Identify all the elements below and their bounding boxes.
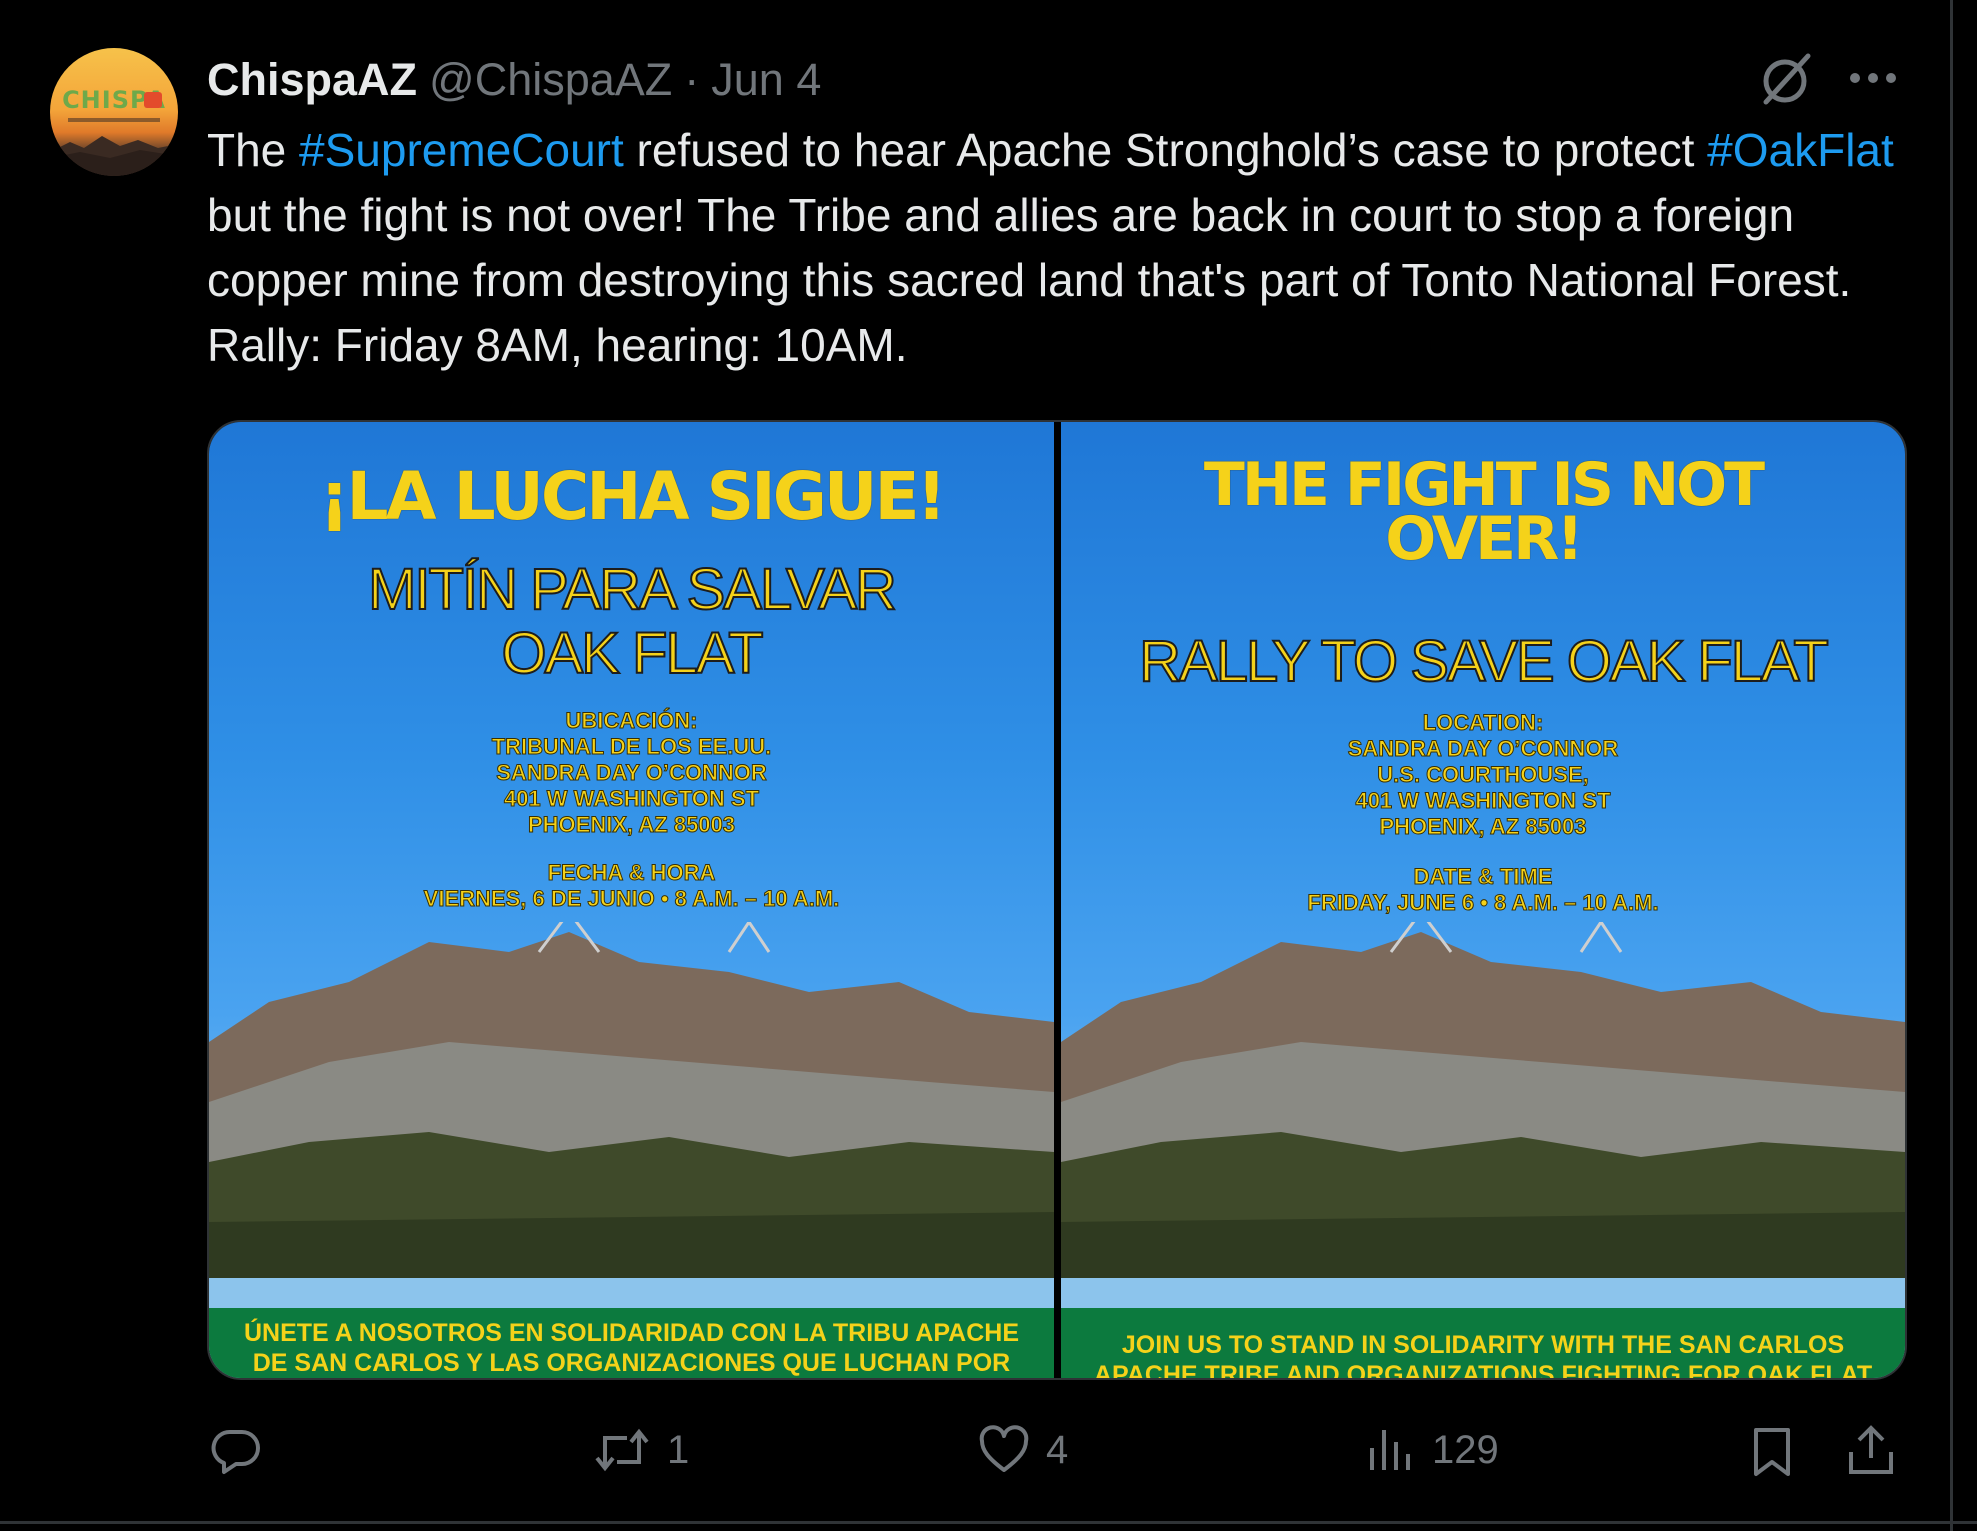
author-handle[interactable]: @ChispaAZ — [429, 54, 672, 106]
author-name[interactable]: ChispaAZ — [207, 54, 417, 106]
poster-footer-band: JOIN US TO STAND IN SOLIDARITY WITH THE … — [1061, 1308, 1905, 1378]
views-button[interactable]: 129 — [1364, 1424, 1499, 1476]
reply-button[interactable] — [210, 1424, 262, 1476]
bookmark-button[interactable] — [1748, 1424, 1796, 1480]
poster-subhead: MITÍN PARA SALVAR OAK FLAT — [367, 557, 898, 687]
right-border — [1950, 0, 1953, 1531]
share-button[interactable] — [1845, 1422, 1897, 1478]
retweet-icon — [595, 1428, 649, 1472]
poster-headline: THE FIGHT IS NOT OVER! — [1203, 450, 1765, 574]
media-divider — [1054, 422, 1061, 1378]
poster-english[interactable]: THE FIGHT IS NOT OVER! RALLY TO SAVE OAK… — [1061, 422, 1905, 1378]
poster-datetime: FECHA & HORA VIERNES, 6 DE JUNIO • 8 A.M… — [423, 860, 840, 912]
like-count: 4 — [1046, 1427, 1069, 1472]
bottom-border — [0, 1521, 1977, 1524]
header-separator: · — [684, 54, 700, 105]
tweet-header: ChispaAZ @ChispaAZ · Jun 4 — [207, 54, 821, 108]
bookmark-icon — [1754, 1428, 1790, 1476]
tweet-date[interactable]: Jun 4 — [711, 54, 821, 106]
poster-footer-text: JOIN US TO STAND IN SOLIDARITY WITH THE … — [1093, 1331, 1873, 1378]
share-icon — [1849, 1425, 1893, 1474]
views-chart-icon — [1370, 1430, 1410, 1470]
like-button[interactable]: 4 — [978, 1424, 1068, 1476]
avatar-logo-badge — [144, 92, 162, 108]
avatar-mountains — [50, 136, 178, 176]
avatar[interactable]: CHISPA — [50, 48, 178, 176]
poster-location: UBICACIÓN: TRIBUNAL DE LOS EE.UU. SANDRA… — [491, 708, 772, 838]
action-bar: 1 4 129 — [0, 1420, 1977, 1480]
poster-location: LOCATION: SANDRA DAY O’CONNOR U.S. COURT… — [1347, 710, 1619, 840]
poster-subhead: RALLY TO SAVE OAK FLAT — [1138, 629, 1830, 695]
grok-icon[interactable] — [1756, 50, 1814, 108]
tweet-text: The #SupremeCourt refused to hear Apache… — [207, 118, 1907, 378]
landscape-photo — [209, 922, 1054, 1278]
landscape-photo — [1061, 922, 1905, 1278]
views-count: 129 — [1432, 1427, 1499, 1472]
poster-footer-text: ÚNETE A NOSOTROS EN SOLIDARIDAD CON LA T… — [243, 1319, 1019, 1377]
reply-icon — [211, 1429, 260, 1474]
text-part: but the fight is not over! The Tribe and… — [207, 189, 1852, 371]
heart-icon — [979, 1425, 1029, 1472]
avatar-logo-tagline — [68, 118, 160, 122]
more-options-icon[interactable] — [1845, 64, 1901, 92]
tweet-media[interactable]: ¡LA LUCHA SIGUE! MITÍN PARA SALVAR OAK F… — [207, 420, 1907, 1380]
text-part: The — [207, 124, 300, 176]
retweet-button[interactable]: 1 — [593, 1424, 689, 1476]
poster-datetime: DATE & TIME FRIDAY, JUNE 6 • 8 A.M. – 10… — [1307, 864, 1659, 916]
hashtag-oakflat[interactable]: #OakFlat — [1707, 124, 1894, 176]
poster-headline: ¡LA LUCHA SIGUE! — [319, 458, 946, 535]
poster-footer-band: ÚNETE A NOSOTROS EN SOLIDARIDAD CON LA T… — [209, 1308, 1054, 1378]
poster-spanish[interactable]: ¡LA LUCHA SIGUE! MITÍN PARA SALVAR OAK F… — [209, 422, 1054, 1378]
hashtag-supremecourt[interactable]: #SupremeCourt — [299, 124, 624, 176]
retweet-count: 1 — [667, 1427, 690, 1472]
text-part: refused to hear Apache Stronghold’s case… — [623, 124, 1708, 176]
